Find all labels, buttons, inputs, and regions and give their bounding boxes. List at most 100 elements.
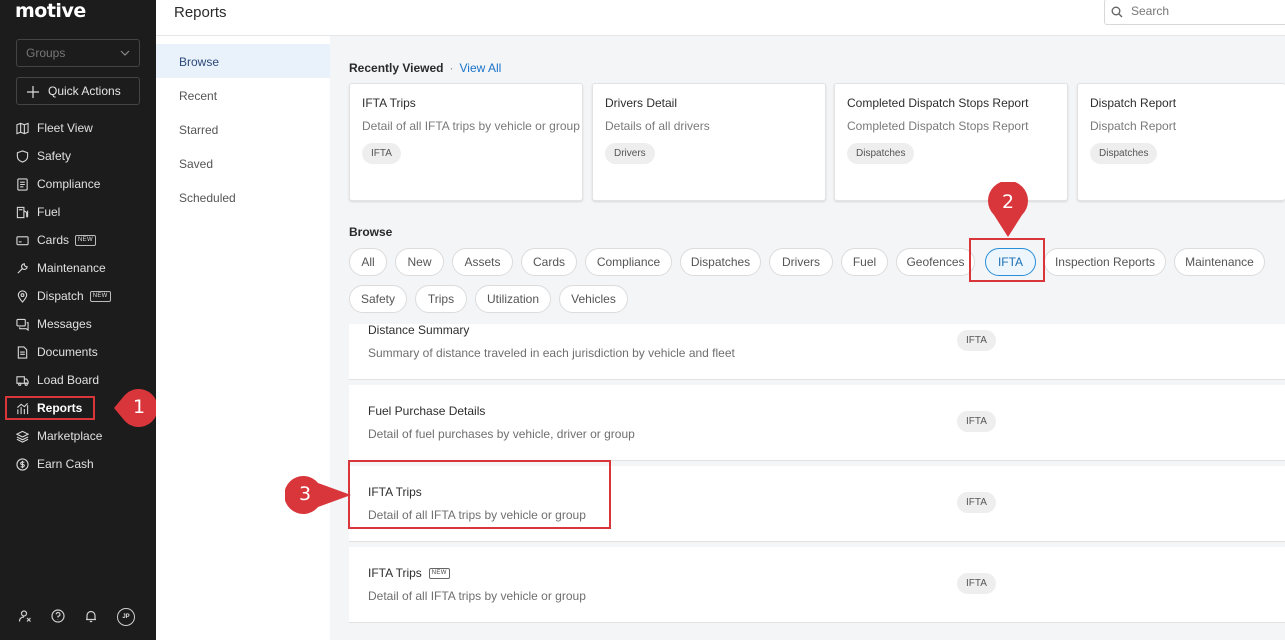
card-description: Dispatch Report xyxy=(1090,119,1177,133)
annotation-highlight-ifta-chip xyxy=(969,238,1045,282)
bell-icon[interactable] xyxy=(84,609,98,623)
location-pin-icon xyxy=(17,289,28,303)
filter-chip-compliance[interactable]: Compliance xyxy=(585,248,672,276)
report-row[interactable]: Distance Summary Summary of distance tra… xyxy=(349,324,1285,380)
recent-report-card[interactable]: IFTA Trips Detail of all IFTA trips by v… xyxy=(349,83,583,201)
sidebar-item-earn-cash[interactable]: Earn Cash xyxy=(16,453,94,475)
annotation-marker-3-label: 3 xyxy=(298,483,312,505)
report-description: Detail of fuel purchases by vehicle, dri… xyxy=(368,427,635,441)
recent-report-card[interactable]: Drivers Detail Details of all drivers Dr… xyxy=(592,83,826,201)
card-title: Drivers Detail xyxy=(605,96,678,110)
report-row[interactable]: Fuel Purchase Details Detail of fuel pur… xyxy=(349,385,1285,461)
card-title: IFTA Trips xyxy=(362,96,416,110)
help-icon[interactable] xyxy=(51,609,65,623)
filter-chip-dispatches[interactable]: Dispatches xyxy=(680,248,761,276)
filter-chip-drivers[interactable]: Drivers xyxy=(769,248,833,276)
sidebar-item-label: Fuel xyxy=(37,205,61,219)
filter-chip-new[interactable]: New xyxy=(395,248,444,276)
top-bar: Reports xyxy=(156,0,1285,36)
category-tag: IFTA xyxy=(957,330,996,351)
category-tag: IFTA xyxy=(957,573,996,594)
category-tag: IFTA xyxy=(362,143,401,164)
annotation-marker-2-label: 2 xyxy=(1001,191,1015,213)
sidebar-item-marketplace[interactable]: Marketplace xyxy=(16,425,102,447)
report-title-text: Distance Summary xyxy=(368,324,470,337)
chevron-down-icon xyxy=(120,50,130,56)
report-title: IFTA Trips NEW xyxy=(368,566,450,580)
browse-label: Browse xyxy=(349,225,393,239)
avatar[interactable]: JP xyxy=(117,608,135,626)
sidebar-item-documents[interactable]: Documents xyxy=(16,341,98,363)
filter-chip-cards[interactable]: Cards xyxy=(521,248,577,276)
sidebar-item-label: Documents xyxy=(37,345,98,359)
search-box[interactable] xyxy=(1104,0,1285,25)
sidebar-item-load-board[interactable]: Load Board xyxy=(16,369,99,391)
sidebar-item-label: Maintenance xyxy=(37,261,106,275)
sidebar-item-label: Earn Cash xyxy=(37,457,94,471)
subnav-item-recent[interactable]: Recent xyxy=(156,78,330,112)
filter-chip-assets[interactable]: Assets xyxy=(452,248,513,276)
new-badge: NEW xyxy=(75,234,96,246)
card-title: Dispatch Report xyxy=(1090,96,1177,110)
sidebar-footer: JP xyxy=(0,607,156,627)
quick-actions-button[interactable]: Quick Actions xyxy=(16,77,140,105)
sidebar-item-label: Compliance xyxy=(37,177,101,191)
file-icon xyxy=(17,345,28,359)
report-title-text: IFTA Trips xyxy=(368,566,422,580)
shield-icon xyxy=(16,149,29,163)
subnav-item-saved[interactable]: Saved xyxy=(156,146,330,180)
plus-icon xyxy=(27,86,39,98)
filter-chip-trips[interactable]: Trips xyxy=(415,285,467,313)
sidebar-item-compliance[interactable]: Compliance xyxy=(16,173,100,195)
report-title: Fuel Purchase Details xyxy=(368,404,485,418)
card-description: Detail of all IFTA trips by vehicle or g… xyxy=(362,119,580,133)
filter-chip-fuel[interactable]: Fuel xyxy=(841,248,888,276)
sidebar-item-messages[interactable]: Messages xyxy=(16,313,92,335)
filter-chip-geofences[interactable]: Geofences xyxy=(896,248,975,276)
sidebar-item-fleet-view[interactable]: Fleet View xyxy=(16,117,93,139)
annotation-marker-1-label: 1 xyxy=(132,396,146,418)
filter-chip-all[interactable]: All xyxy=(349,248,387,276)
category-tag: IFTA xyxy=(957,411,996,432)
filter-chip-utilization[interactable]: Utilization xyxy=(475,285,551,313)
document-icon xyxy=(17,177,28,191)
filter-chip-maintenance[interactable]: Maintenance xyxy=(1174,248,1265,276)
filter-chip-safety[interactable]: Safety xyxy=(349,285,407,313)
annotation-highlight-ifta-trips xyxy=(348,460,611,529)
sidebar-item-fuel[interactable]: Fuel xyxy=(16,201,60,223)
sidebar-item-label: Messages xyxy=(37,317,92,331)
map-icon xyxy=(16,122,29,134)
subnav-item-starred[interactable]: Starred xyxy=(156,112,330,146)
motive-logo[interactable]: motive xyxy=(15,0,86,22)
groups-select[interactable]: Groups xyxy=(16,39,140,67)
sidebar-item-dispatch[interactable]: Dispatch NEW xyxy=(16,285,111,307)
sidebar: motive Groups Quick Actions Fleet View S… xyxy=(0,0,156,640)
report-row[interactable]: IFTA Trips NEW Detail of all IFTA trips b… xyxy=(349,547,1285,623)
report-description: Detail of all IFTA trips by vehicle or g… xyxy=(368,589,586,603)
filter-chip-vehicles[interactable]: Vehicles xyxy=(559,285,628,313)
reports-subnav: Browse Recent Starred Saved Scheduled xyxy=(156,36,330,640)
category-tag: Dispatches xyxy=(1090,143,1158,164)
subnav-item-browse[interactable]: Browse xyxy=(156,44,330,78)
category-tag: Drivers xyxy=(605,143,655,164)
recent-report-card[interactable]: Completed Dispatch Stops Report Complete… xyxy=(834,83,1068,201)
report-title: Distance Summary xyxy=(368,324,469,337)
category-tag: Dispatches xyxy=(847,143,915,164)
sidebar-item-safety[interactable]: Safety xyxy=(16,145,71,167)
filter-chip-inspection-reports[interactable]: Inspection Reports xyxy=(1044,248,1166,276)
messages-icon xyxy=(16,318,29,331)
recently-viewed-label: Recently Viewed xyxy=(349,61,444,75)
view-all-link[interactable]: View All xyxy=(460,61,502,75)
layers-icon xyxy=(16,430,29,443)
search-input[interactable] xyxy=(1131,4,1281,18)
sidebar-item-maintenance[interactable]: Maintenance xyxy=(16,257,106,279)
sidebar-item-label: Dispatch xyxy=(37,289,84,303)
sidebar-item-label: Load Board xyxy=(37,373,100,387)
user-settings-icon[interactable] xyxy=(18,609,32,623)
fuel-pump-icon xyxy=(16,206,29,218)
dollar-circle-icon xyxy=(16,457,29,471)
subnav-item-scheduled[interactable]: Scheduled xyxy=(156,180,330,214)
sidebar-item-label: Cards xyxy=(37,233,70,247)
sidebar-item-cards[interactable]: Cards NEW xyxy=(16,229,96,251)
recent-report-card[interactable]: Dispatch Report Dispatch Report Dispatch… xyxy=(1077,83,1285,201)
